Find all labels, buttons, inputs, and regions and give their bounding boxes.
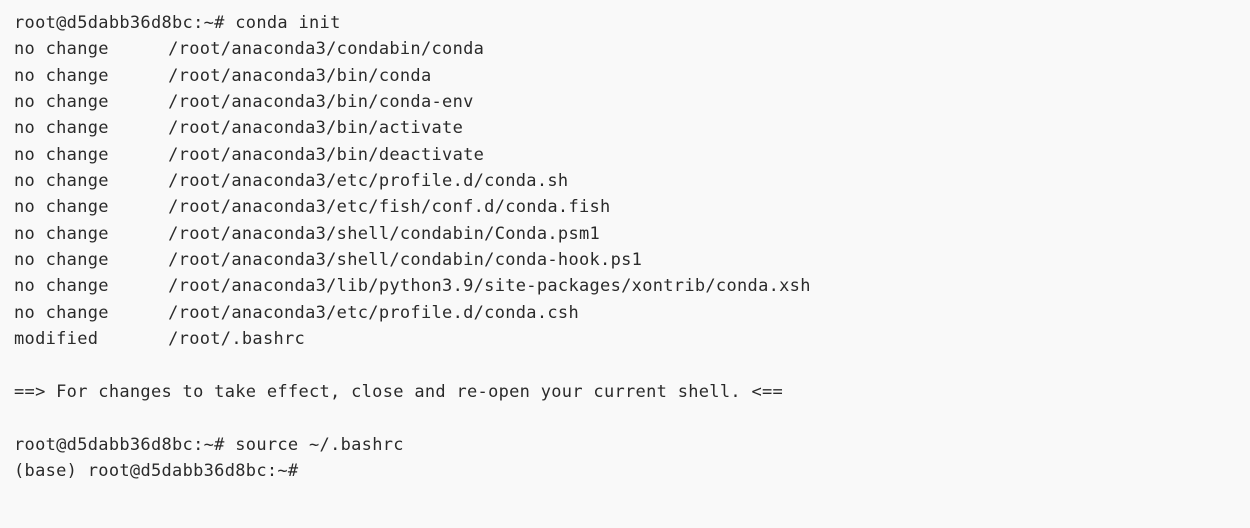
path-text: /root/anaconda3/bin/conda-env <box>168 92 474 112</box>
path-text: /root/anaconda3/etc/profile.d/conda.sh <box>168 171 568 191</box>
status-text: no change <box>14 247 147 273</box>
prompt-cwd: :~# <box>193 435 225 455</box>
path-text: /root/anaconda3/bin/deactivate <box>168 145 484 165</box>
prompt-env: (base) <box>14 461 77 481</box>
output-row: no change /root/anaconda3/etc/fish/conf.… <box>14 194 1236 220</box>
output-row: no change /root/anaconda3/shell/condabin… <box>14 221 1236 247</box>
output-row: no change /root/anaconda3/lib/python3.9/… <box>14 273 1236 299</box>
prompt-line-2: root@d5dabb36d8bc:~# source ~/.bashrc <box>14 432 1236 458</box>
status-text: no change <box>14 168 147 194</box>
prompt-user-host: root@d5dabb36d8bc <box>88 461 267 481</box>
prompt-cwd: :~# <box>267 461 299 481</box>
path-text: /root/anaconda3/bin/activate <box>168 118 463 138</box>
path-text: /root/anaconda3/bin/conda <box>168 66 431 86</box>
prompt-user-host: root@d5dabb36d8bc <box>14 13 193 33</box>
prompt-cwd: :~# <box>193 13 225 33</box>
prompt-user-host: root@d5dabb36d8bc <box>14 435 193 455</box>
path-text: /root/anaconda3/shell/condabin/conda-hoo… <box>168 250 642 270</box>
status-text: no change <box>14 63 147 89</box>
status-text: no change <box>14 142 147 168</box>
path-text: /root/anaconda3/shell/condabin/Conda.psm… <box>168 224 600 244</box>
status-text: no change <box>14 273 147 299</box>
output-row: no change /root/anaconda3/etc/profile.d/… <box>14 300 1236 326</box>
terminal-output[interactable]: root@d5dabb36d8bc:~# conda init no chang… <box>14 10 1236 484</box>
path-text: /root/anaconda3/lib/python3.9/site-packa… <box>168 276 811 296</box>
status-text: modified <box>14 326 147 352</box>
status-text: no change <box>14 36 147 62</box>
output-row: modified /root/.bashrc <box>14 326 1236 352</box>
output-row: no change /root/anaconda3/etc/profile.d/… <box>14 168 1236 194</box>
status-text: no change <box>14 300 147 326</box>
output-row: no change /root/anaconda3/condabin/conda <box>14 36 1236 62</box>
notice-line: ==> For changes to take effect, close an… <box>14 379 1236 405</box>
status-text: no change <box>14 194 147 220</box>
path-text: /root/.bashrc <box>168 329 305 349</box>
command-text: conda init <box>235 13 340 33</box>
blank-line <box>14 405 1236 431</box>
output-row: no change /root/anaconda3/bin/deactivate <box>14 142 1236 168</box>
path-text: /root/anaconda3/etc/fish/conf.d/conda.fi… <box>168 197 610 217</box>
status-text: no change <box>14 115 147 141</box>
path-text: /root/anaconda3/etc/profile.d/conda.csh <box>168 303 579 323</box>
command-text: source ~/.bashrc <box>235 435 404 455</box>
prompt-line-3: (base) root@d5dabb36d8bc:~# <box>14 458 1236 484</box>
output-row: no change /root/anaconda3/bin/conda-env <box>14 89 1236 115</box>
blank-line <box>14 352 1236 378</box>
output-row: no change /root/anaconda3/shell/condabin… <box>14 247 1236 273</box>
output-row: no change /root/anaconda3/bin/activate <box>14 115 1236 141</box>
output-row: no change /root/anaconda3/bin/conda <box>14 63 1236 89</box>
prompt-line-1: root@d5dabb36d8bc:~# conda init <box>14 10 1236 36</box>
path-text: /root/anaconda3/condabin/conda <box>168 39 484 59</box>
status-text: no change <box>14 89 147 115</box>
status-text: no change <box>14 221 147 247</box>
